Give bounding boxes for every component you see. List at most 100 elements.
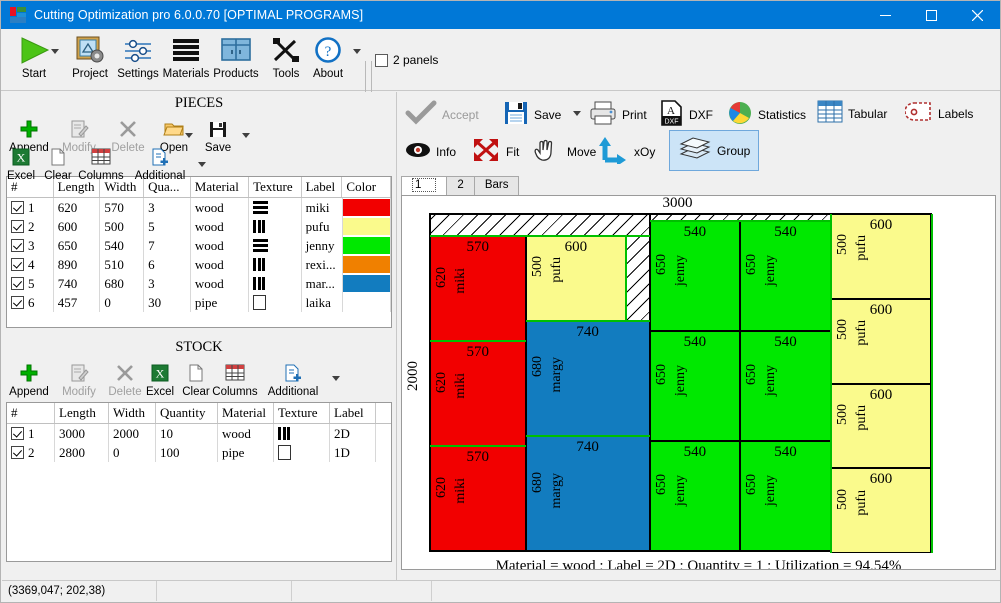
toolbar-button-start[interactable]: Start <box>7 33 61 80</box>
statistics-button[interactable]: Statistics <box>727 100 806 129</box>
pieces-clear-button[interactable]: Clear <box>39 144 77 182</box>
cut-piece[interactable]: 540 650 jenny <box>649 220 741 331</box>
xoy-label: xOy <box>634 144 656 159</box>
cut-piece[interactable]: 600 500 pufu <box>525 236 627 321</box>
pieces-additional-dropdown-arrow[interactable] <box>198 162 206 167</box>
tabular-button[interactable]: Tabular <box>817 100 887 127</box>
save-result-dropdown-arrow[interactable] <box>573 111 581 116</box>
cut-line <box>430 445 526 448</box>
cut-piece[interactable]: 740 680 margy <box>525 320 650 437</box>
stock-modify-button[interactable]: Modify <box>54 360 104 398</box>
row-checkbox[interactable] <box>11 427 24 440</box>
layers-icon <box>678 135 712 166</box>
table-row[interactable]: 3 650 540 7 wood jenny <box>7 236 392 255</box>
cell-texture <box>249 293 302 312</box>
about-dropdown-arrow[interactable] <box>353 49 361 54</box>
cut-piece[interactable]: 540 650 jenny <box>649 330 741 442</box>
cut-piece[interactable]: 740 680 margy <box>525 436 650 552</box>
cut-piece[interactable]: 570 620 miki <box>430 446 526 552</box>
print-button[interactable]: Print <box>589 100 647 129</box>
cut-piece[interactable]: 600 500 pufu <box>830 298 932 384</box>
svg-text:X: X <box>156 367 165 381</box>
row-checkbox[interactable] <box>11 277 24 290</box>
cut-piece[interactable]: 570 620 miki <box>430 236 526 342</box>
piece-width-label: 570 <box>466 239 490 256</box>
row-checkbox[interactable] <box>11 201 24 214</box>
row-checkbox[interactable] <box>11 296 24 309</box>
pieces-excel-button[interactable]: X Excel <box>2 144 40 182</box>
xoy-button[interactable]: xOy <box>597 136 655 167</box>
cut-piece[interactable]: 570 620 miki <box>430 341 526 447</box>
start-dropdown-arrow[interactable] <box>51 49 59 54</box>
panels-checkbox[interactable]: 2 panels <box>375 53 438 67</box>
pieces-save-button[interactable]: Save <box>194 116 242 154</box>
table-row[interactable]: 6 457 0 30 pipe laika <box>7 293 392 312</box>
piece-width-label: 600 <box>869 471 893 488</box>
piece-height-label: 650 <box>653 253 669 275</box>
toolbar-button-project[interactable]: Project <box>63 33 117 80</box>
fit-button[interactable]: Fit <box>471 136 519 167</box>
status-cell-2 <box>157 581 292 601</box>
pieces-open-dropdown-arrow[interactable] <box>185 133 193 138</box>
table-row[interactable]: 4 890 510 6 wood rexi... <box>7 255 392 274</box>
info-button[interactable]: Info <box>405 140 456 163</box>
tab-bars[interactable]: Bars <box>473 176 520 195</box>
row-number: 1 <box>28 199 35 215</box>
diagram-caption: Material = wood ; Label = 2D ; Quantity … <box>495 558 902 570</box>
modify-icon <box>54 116 104 142</box>
stock-additional-button[interactable]: Additional <box>262 360 324 398</box>
stock-append-button[interactable]: Append <box>4 360 54 398</box>
table-row[interactable]: 2 600 500 5 wood pufu <box>7 217 392 236</box>
toolbar-button-settings[interactable]: Settings <box>111 33 165 80</box>
cut-piece[interactable]: 540 650 jenny <box>649 441 741 552</box>
group-button[interactable]: Group <box>669 130 760 171</box>
row-checkbox[interactable] <box>11 239 24 252</box>
cutting-diagram-canvas[interactable]: 3000 2000 570 620 miki 570 620 miki 570 … <box>401 195 996 570</box>
panels-checkbox-label: 2 panels <box>393 53 439 67</box>
cut-piece[interactable]: 600 500 pufu <box>830 468 932 553</box>
table-row[interactable]: 2 2800 0 100 pipe 1D <box>7 443 391 462</box>
row-checkbox[interactable] <box>11 446 24 459</box>
pieces-additional-button[interactable]: Additional <box>129 144 191 182</box>
move-button[interactable]: Move <box>530 136 596 167</box>
tab-sheet-2[interactable]: 2 <box>446 176 475 195</box>
minimize-button[interactable] <box>862 1 908 29</box>
cell-texture <box>249 255 302 274</box>
row-checkbox[interactable] <box>11 258 24 271</box>
tab-sheet-1[interactable]: 1 <box>401 176 448 195</box>
dxf-button[interactable]: A DXF DXF <box>660 100 713 129</box>
save-result-button[interactable]: Save <box>503 100 561 129</box>
piece-height-label: 500 <box>834 488 850 510</box>
cut-piece[interactable]: 540 650 jenny <box>740 330 831 442</box>
row-checkbox[interactable] <box>11 220 24 233</box>
close-button[interactable] <box>954 1 1000 29</box>
texture-horizontal-icon <box>253 239 269 252</box>
maximize-button[interactable] <box>908 1 954 29</box>
table-row[interactable]: 1 620 570 3 wood miki <box>7 198 392 217</box>
cut-piece[interactable]: 540 650 jenny <box>740 220 831 331</box>
pieces-save-dropdown-arrow[interactable] <box>242 133 250 138</box>
sheet-tabs: 1 2 Bars <box>401 176 520 195</box>
stock-excel-button[interactable]: X Excel <box>140 360 180 398</box>
panels-checkbox-box[interactable] <box>375 53 388 67</box>
table-row[interactable]: 5 740 680 3 wood mar... <box>7 274 392 293</box>
stock-table: # Length Width Quantity Material Texture… <box>6 402 392 562</box>
toolbar-button-products[interactable]: Products <box>209 33 263 80</box>
stock-additional-dropdown-arrow[interactable] <box>332 376 340 381</box>
cell-texture <box>249 236 302 255</box>
cut-piece[interactable]: 540 650 jenny <box>740 441 831 552</box>
print-label: Print <box>622 107 647 122</box>
printer-icon <box>589 100 617 129</box>
piece-width-label: 540 <box>774 223 797 240</box>
right-pane: Accept Save Print A DXF DXF Statistics T… <box>397 92 1000 602</box>
cut-piece[interactable]: 600 500 pufu <box>830 214 932 299</box>
pieces-columns-button[interactable]: Columns <box>74 144 128 182</box>
accept-button[interactable]: Accept <box>405 100 479 129</box>
cell-width: 680 <box>100 274 145 293</box>
stock-columns-button[interactable]: Columns <box>208 360 262 398</box>
table-row[interactable]: 1 3000 2000 10 wood 2D <box>7 424 391 443</box>
toolbar-button-about[interactable]: ? About <box>301 33 355 80</box>
cut-piece[interactable]: 600 500 pufu <box>830 383 932 469</box>
labels-button[interactable]: Labels <box>904 100 973 127</box>
toolbar-button-materials[interactable]: Materials <box>159 33 213 80</box>
